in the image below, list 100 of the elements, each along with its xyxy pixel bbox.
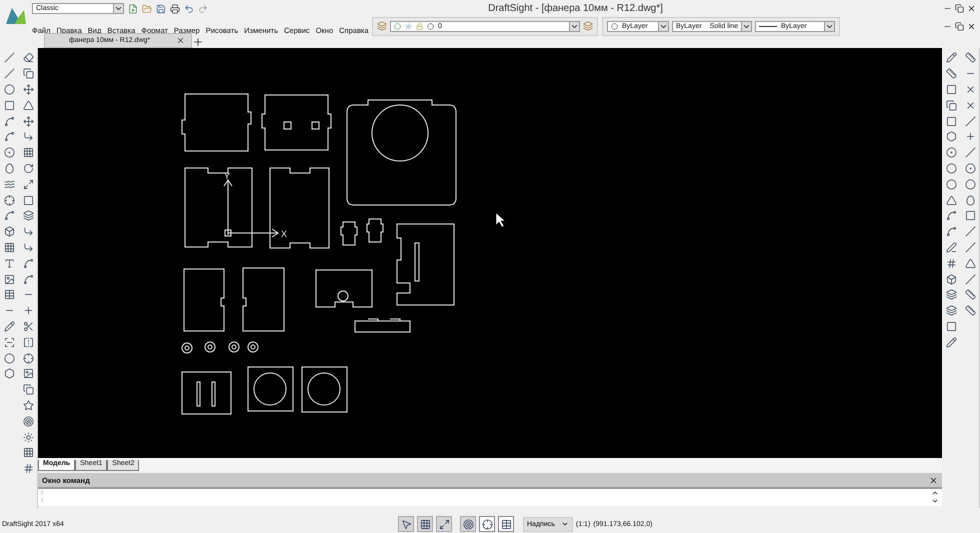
rectangle-icon[interactable] (946, 320, 957, 332)
target-icon (462, 518, 474, 530)
circle-icon[interactable] (4, 84, 15, 95)
circle-dot-icon[interactable] (965, 162, 976, 174)
arc-icon[interactable] (23, 258, 34, 269)
dropdown-arrow-icon[interactable] (824, 22, 834, 30)
dropdown-arrow-icon[interactable] (569, 22, 579, 30)
block-icon[interactable] (4, 226, 15, 238)
rectangle-icon[interactable] (946, 84, 957, 95)
new-tab-icon[interactable] (192, 36, 204, 48)
frame-icon[interactable] (4, 336, 15, 348)
table-icon[interactable] (4, 289, 15, 300)
copy-icon[interactable] (23, 384, 34, 396)
close-icon[interactable] (929, 476, 938, 484)
rectangle-icon[interactable] (946, 116, 957, 127)
ortho-toggle[interactable] (436, 516, 452, 532)
rotate-icon[interactable] (23, 162, 34, 174)
eraser-icon[interactable] (23, 52, 34, 64)
circle-dot-icon[interactable] (946, 147, 957, 158)
cross-icon[interactable] (965, 100, 976, 111)
trim-icon[interactable] (23, 320, 34, 332)
plus-icon[interactable] (965, 131, 976, 142)
wave-icon[interactable] (4, 178, 15, 190)
pencil-icon[interactable] (946, 52, 957, 64)
copy-icon[interactable] (23, 68, 34, 80)
layers-icon[interactable] (23, 210, 34, 222)
line-icon[interactable] (965, 147, 976, 158)
array-icon[interactable] (23, 147, 34, 158)
grid-icon[interactable] (946, 258, 957, 269)
box-icon[interactable] (946, 274, 957, 285)
circle-icon[interactable] (611, 22, 618, 30)
line-icon[interactable] (4, 68, 15, 80)
triangle-icon[interactable] (946, 194, 957, 206)
lock-icon[interactable] (416, 22, 423, 30)
hexagon-icon[interactable] (946, 131, 957, 142)
arc-icon[interactable] (4, 116, 15, 127)
window-title: DraftSight - [фанера 10мм - R12.dwg*] (487, 3, 664, 14)
line-icon[interactable] (965, 226, 976, 238)
layers-icon[interactable] (946, 289, 957, 300)
grid-toggle[interactable] (417, 516, 433, 532)
curve-icon[interactable] (4, 131, 15, 142)
close-icon[interactable] (176, 36, 186, 45)
curve-icon[interactable] (946, 226, 957, 238)
snap-toggle[interactable] (398, 516, 414, 532)
pencil-icon[interactable] (4, 320, 15, 332)
scale-icon[interactable] (23, 178, 34, 190)
layer-icon[interactable] (583, 21, 593, 31)
restore-icon[interactable] (955, 4, 964, 13)
open-folder-icon[interactable] (142, 4, 152, 14)
rectangle-icon[interactable] (4, 100, 15, 111)
point-icon[interactable] (4, 194, 15, 206)
circle-icon[interactable] (427, 22, 434, 30)
scroll-down-icon[interactable] (931, 497, 939, 505)
text-icon[interactable] (4, 258, 15, 269)
spline-icon[interactable] (4, 210, 15, 222)
polar-toggle[interactable] (460, 516, 476, 532)
line-icon[interactable] (4, 52, 15, 64)
arc-icon[interactable] (946, 210, 957, 222)
move-icon[interactable] (23, 84, 34, 95)
close-icon[interactable] (967, 22, 976, 30)
close-icon[interactable] (967, 4, 976, 13)
dropdown-arrow-icon[interactable] (113, 4, 123, 13)
etrack-toggle[interactable] (498, 516, 514, 532)
split-icon[interactable] (23, 336, 34, 348)
esnap-toggle[interactable] (479, 516, 495, 532)
hatch-icon[interactable] (4, 242, 15, 253)
grid-icon[interactable] (23, 447, 34, 458)
circle-icon[interactable] (946, 162, 957, 174)
layer-on-icon[interactable] (394, 22, 401, 30)
line-icon[interactable] (965, 274, 976, 285)
grid-icon[interactable] (23, 463, 34, 474)
dropdown-arrow-icon[interactable] (741, 22, 751, 30)
scroll-up-icon[interactable] (931, 489, 939, 497)
pencil-icon[interactable] (946, 336, 957, 348)
circle-icon[interactable] (946, 178, 957, 190)
dropdown-arrow-icon[interactable] (658, 22, 668, 30)
copy-icon[interactable] (946, 100, 957, 111)
rectangle-icon[interactable] (965, 210, 976, 222)
layer-manager-icon[interactable] (377, 21, 387, 31)
ruler-icon[interactable] (946, 68, 957, 80)
save-icon[interactable] (156, 4, 166, 14)
point-icon[interactable] (23, 352, 34, 364)
print-icon[interactable] (170, 4, 180, 14)
target-icon[interactable] (23, 416, 34, 427)
new-file-icon[interactable] (128, 4, 138, 14)
undo-icon[interactable] (184, 4, 194, 14)
curve-icon[interactable] (23, 274, 34, 285)
layers-icon[interactable] (946, 305, 957, 316)
star-icon[interactable] (23, 400, 34, 411)
restore-icon[interactable] (955, 22, 964, 30)
circle-icon[interactable] (965, 178, 976, 190)
move-icon[interactable] (23, 116, 34, 127)
image-icon[interactable] (23, 368, 34, 380)
donut-icon[interactable] (4, 147, 15, 158)
line-icon[interactable] (965, 116, 976, 127)
cross-icon[interactable] (965, 84, 976, 95)
image-icon[interactable] (4, 274, 15, 285)
pointer-icon (400, 518, 412, 530)
circle-icon[interactable] (4, 352, 15, 364)
line-icon[interactable] (965, 242, 976, 253)
